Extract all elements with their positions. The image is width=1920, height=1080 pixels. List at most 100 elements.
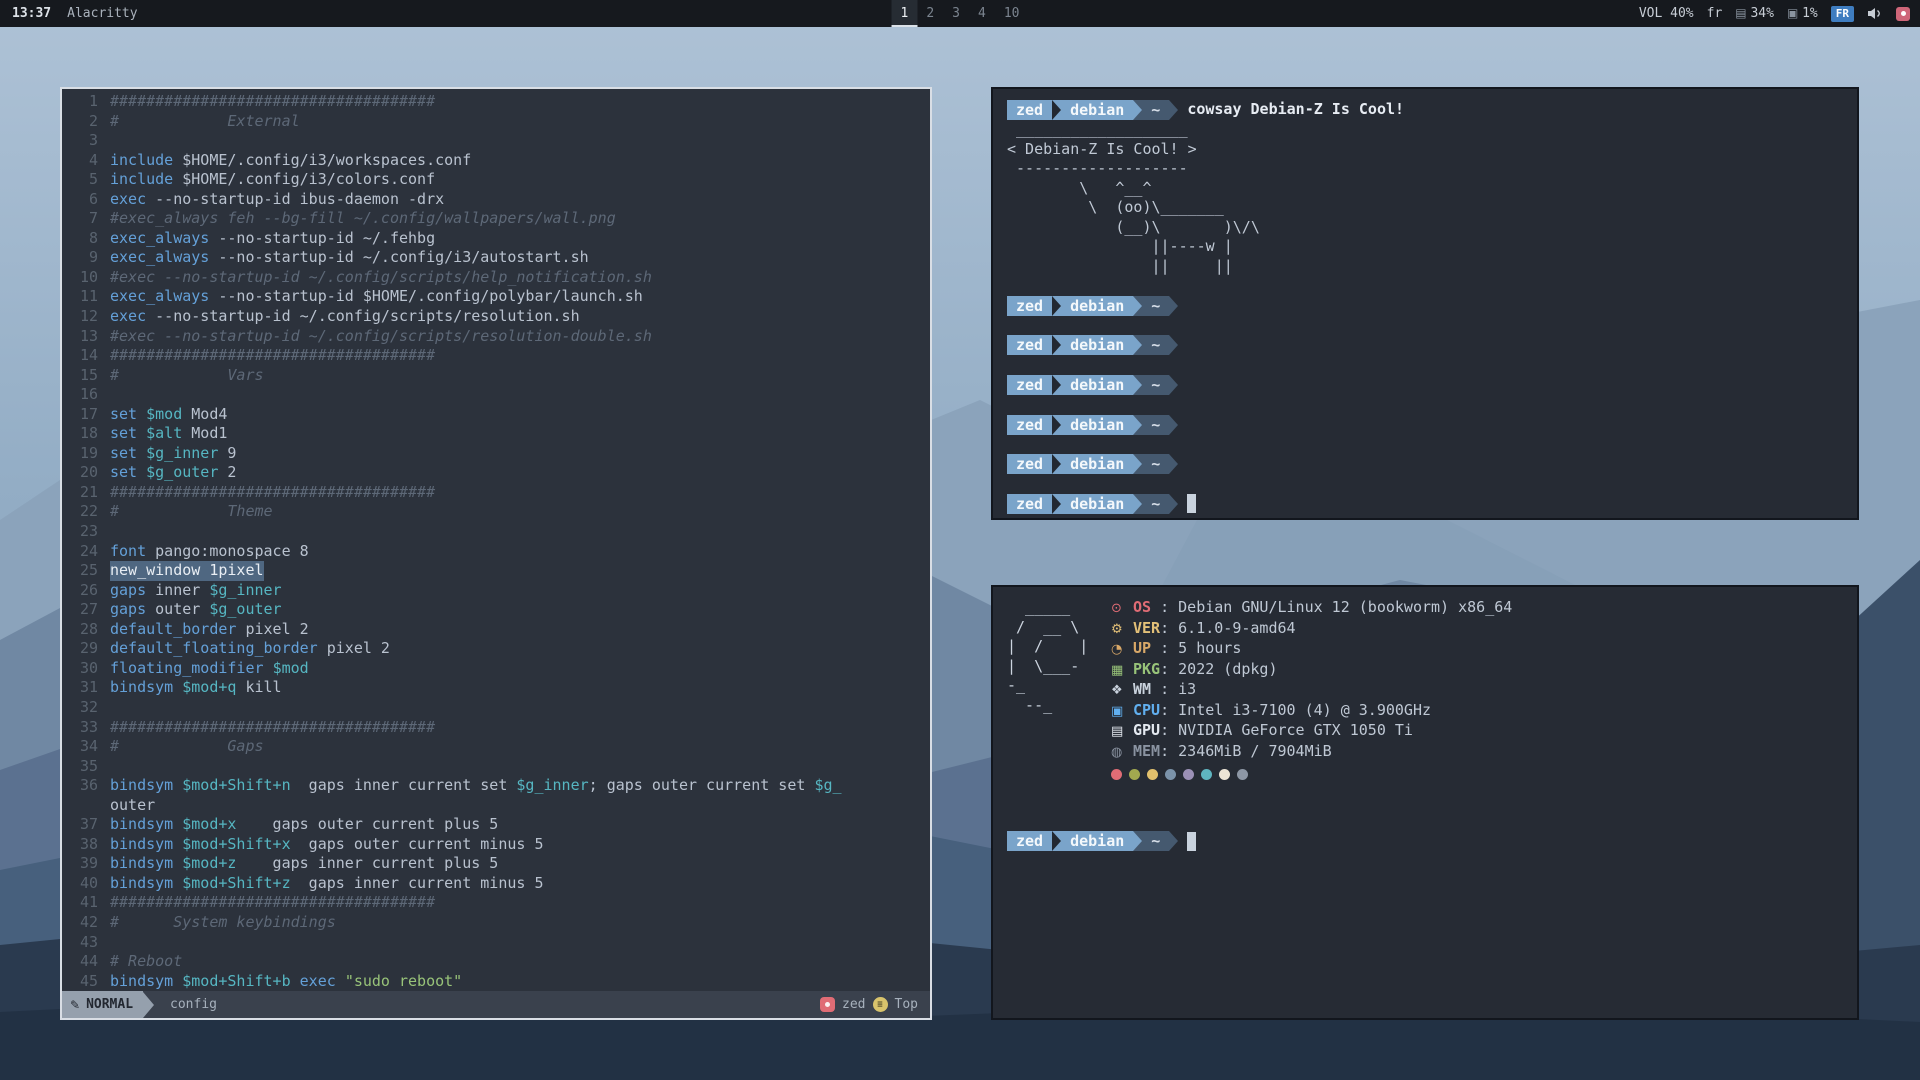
cpu-icon: ▣ bbox=[1787, 6, 1802, 20]
wm-icon: ❖ bbox=[1111, 681, 1133, 701]
prompt-host: debian bbox=[1061, 296, 1133, 316]
code-line-wrap: outer bbox=[62, 796, 930, 816]
code-line: 11exec_always --no-startup-id $HOME/.con… bbox=[62, 287, 930, 307]
terminal-output[interactable]: zeddebian~cowsay Debian-Z Is Cool! _____… bbox=[993, 89, 1857, 525]
line-number: 9 bbox=[62, 248, 110, 268]
code-text: # System keybindings bbox=[110, 913, 336, 933]
fetch-terminal-window[interactable]: _____ / __ \ | / | | \___- -_ --_ ⊙OS : … bbox=[991, 585, 1859, 1020]
code-line: 44# Reboot bbox=[62, 952, 930, 972]
code-line: 30floating_modifier $mod bbox=[62, 659, 930, 679]
scroll-position-icon: ≡ bbox=[873, 997, 888, 1012]
prompt-path: ~ bbox=[1142, 335, 1169, 355]
blank-line bbox=[1007, 395, 1843, 415]
volume-label[interactable]: VOL 40% bbox=[1639, 6, 1694, 21]
flag-badge[interactable]: FR bbox=[1831, 6, 1854, 22]
uptime-icon: ◔ bbox=[1111, 640, 1133, 660]
fetch-info-row: ⚙VER: 6.1.0-9-amd64 bbox=[1111, 619, 1512, 640]
cowsay-line: ------------------- bbox=[1007, 159, 1843, 179]
terminal-prompt-line[interactable]: zeddebian~ bbox=[1007, 296, 1843, 316]
code-line: 4include $HOME/.config/i3/workspaces.con… bbox=[62, 151, 930, 171]
code-text: gaps inner $g_inner bbox=[110, 581, 282, 601]
code-text: floating_modifier $mod bbox=[110, 659, 309, 679]
cowsay-terminal-window[interactable]: zeddebian~cowsay Debian-Z Is Cool! _____… bbox=[991, 87, 1859, 520]
focused-window-title: Alacritty bbox=[67, 6, 137, 21]
code-text: bindsym $mod+q kill bbox=[110, 678, 282, 698]
terminal-output[interactable]: _____ / __ \ | / | | \___- -_ --_ ⊙OS : … bbox=[993, 587, 1857, 862]
vim-mode-segment: ✎ NORMAL bbox=[62, 991, 143, 1018]
tray-icon[interactable] bbox=[1896, 7, 1910, 21]
fetch-info-value: : NVIDIA GeForce GTX 1050 Ti bbox=[1160, 721, 1413, 739]
powerline-separator-icon bbox=[1169, 831, 1178, 851]
code-line: 2# External bbox=[62, 112, 930, 132]
os-icon: ⊙ bbox=[1111, 599, 1133, 619]
terminal-prompt-line[interactable]: zeddebian~ bbox=[1007, 415, 1843, 435]
prompt-path: ~ bbox=[1142, 375, 1169, 395]
terminal-prompt-line[interactable]: zeddebian~ bbox=[1007, 335, 1843, 355]
code-line: 36bindsym $mod+Shift+n gaps inner curren… bbox=[62, 776, 930, 796]
line-number: 35 bbox=[62, 757, 110, 777]
keyboard-layout-label[interactable]: fr bbox=[1707, 6, 1723, 21]
cpu-usage: ▣ 1% bbox=[1787, 6, 1818, 21]
prompt-path: ~ bbox=[1142, 415, 1169, 435]
code-text: #exec --no-startup-id ~/.config/scripts/… bbox=[110, 327, 652, 347]
line-number: 5 bbox=[62, 170, 110, 190]
gpu-icon: ▤ bbox=[1111, 722, 1133, 742]
prompt-path: ~ bbox=[1142, 296, 1169, 316]
code-line: 31bindsym $mod+q kill bbox=[62, 678, 930, 698]
filetype-icon bbox=[820, 997, 835, 1012]
cowsay-line: ___________________ bbox=[1007, 120, 1843, 140]
terminal-prompt-line[interactable]: zeddebian~ bbox=[1007, 494, 1843, 514]
workspace-button[interactable]: 1 bbox=[892, 0, 918, 27]
code-line: 3 bbox=[62, 131, 930, 151]
topbar-left: 13:37 Alacritty bbox=[0, 6, 138, 21]
code-text: gaps outer $g_outer bbox=[110, 600, 282, 620]
fetch-info-label: GPU bbox=[1133, 721, 1160, 739]
terminal-prompt-line[interactable]: zeddebian~ bbox=[1007, 454, 1843, 474]
powerline-separator-icon bbox=[1133, 415, 1142, 435]
prompt-user: zed bbox=[1007, 831, 1052, 851]
topbar: 13:37 Alacritty 123410 VOL 40% fr ▤ 34% … bbox=[0, 0, 1920, 27]
code-line: 34# Gaps bbox=[62, 737, 930, 757]
fetch-info-value: : Intel i3-7100 (4) @ 3.900GHz bbox=[1160, 701, 1431, 719]
code-text: set $g_outer 2 bbox=[110, 463, 236, 483]
code-line: 22# Theme bbox=[62, 502, 930, 522]
prompt-path: ~ bbox=[1142, 100, 1169, 120]
powerline-separator-icon bbox=[1133, 831, 1142, 851]
code-line: 14#################################### bbox=[62, 346, 930, 366]
line-number: 17 bbox=[62, 405, 110, 425]
prompt-host: debian bbox=[1061, 415, 1133, 435]
workspace-button[interactable]: 4 bbox=[969, 0, 995, 27]
code-area[interactable]: 1####################################2# … bbox=[62, 89, 930, 991]
code-line: 27gaps outer $g_outer bbox=[62, 600, 930, 620]
powerline-separator-icon bbox=[1052, 100, 1061, 120]
workspace-button[interactable]: 3 bbox=[943, 0, 969, 27]
speaker-icon[interactable] bbox=[1867, 7, 1883, 20]
terminal-prompt-line[interactable]: zeddebian~ bbox=[1007, 375, 1843, 395]
code-line: 45bindsym $mod+Shift+b exec "sudo reboot… bbox=[62, 972, 930, 992]
line-number: 29 bbox=[62, 639, 110, 659]
line-number: 33 bbox=[62, 718, 110, 738]
filename-label: config bbox=[170, 997, 217, 1012]
prompt-host: debian bbox=[1061, 100, 1133, 120]
editor-window[interactable]: 1####################################2# … bbox=[60, 87, 932, 1020]
terminal-prompt-line[interactable]: zeddebian~ bbox=[1007, 831, 1843, 851]
code-line: 1#################################### bbox=[62, 92, 930, 112]
statusline-user-label: zed bbox=[842, 997, 865, 1012]
line-number: 10 bbox=[62, 268, 110, 288]
powerline-separator-icon bbox=[1169, 415, 1178, 435]
powerline-separator-icon bbox=[1133, 454, 1142, 474]
line-number: 25 bbox=[62, 561, 110, 581]
line-number: 31 bbox=[62, 678, 110, 698]
pencil-icon: ✎ bbox=[70, 998, 80, 1012]
line-number: 36 bbox=[62, 776, 110, 796]
line-number: 37 bbox=[62, 815, 110, 835]
prompt-user: zed bbox=[1007, 375, 1052, 395]
workspace-button[interactable]: 10 bbox=[995, 0, 1029, 27]
workspace-button[interactable]: 2 bbox=[917, 0, 943, 27]
line-number: 16 bbox=[62, 385, 110, 405]
code-line: 20set $g_outer 2 bbox=[62, 463, 930, 483]
fetch-info-label: VER bbox=[1133, 619, 1160, 637]
line-number: 2 bbox=[62, 112, 110, 132]
prompt-path: ~ bbox=[1142, 454, 1169, 474]
code-line: 43 bbox=[62, 933, 930, 953]
